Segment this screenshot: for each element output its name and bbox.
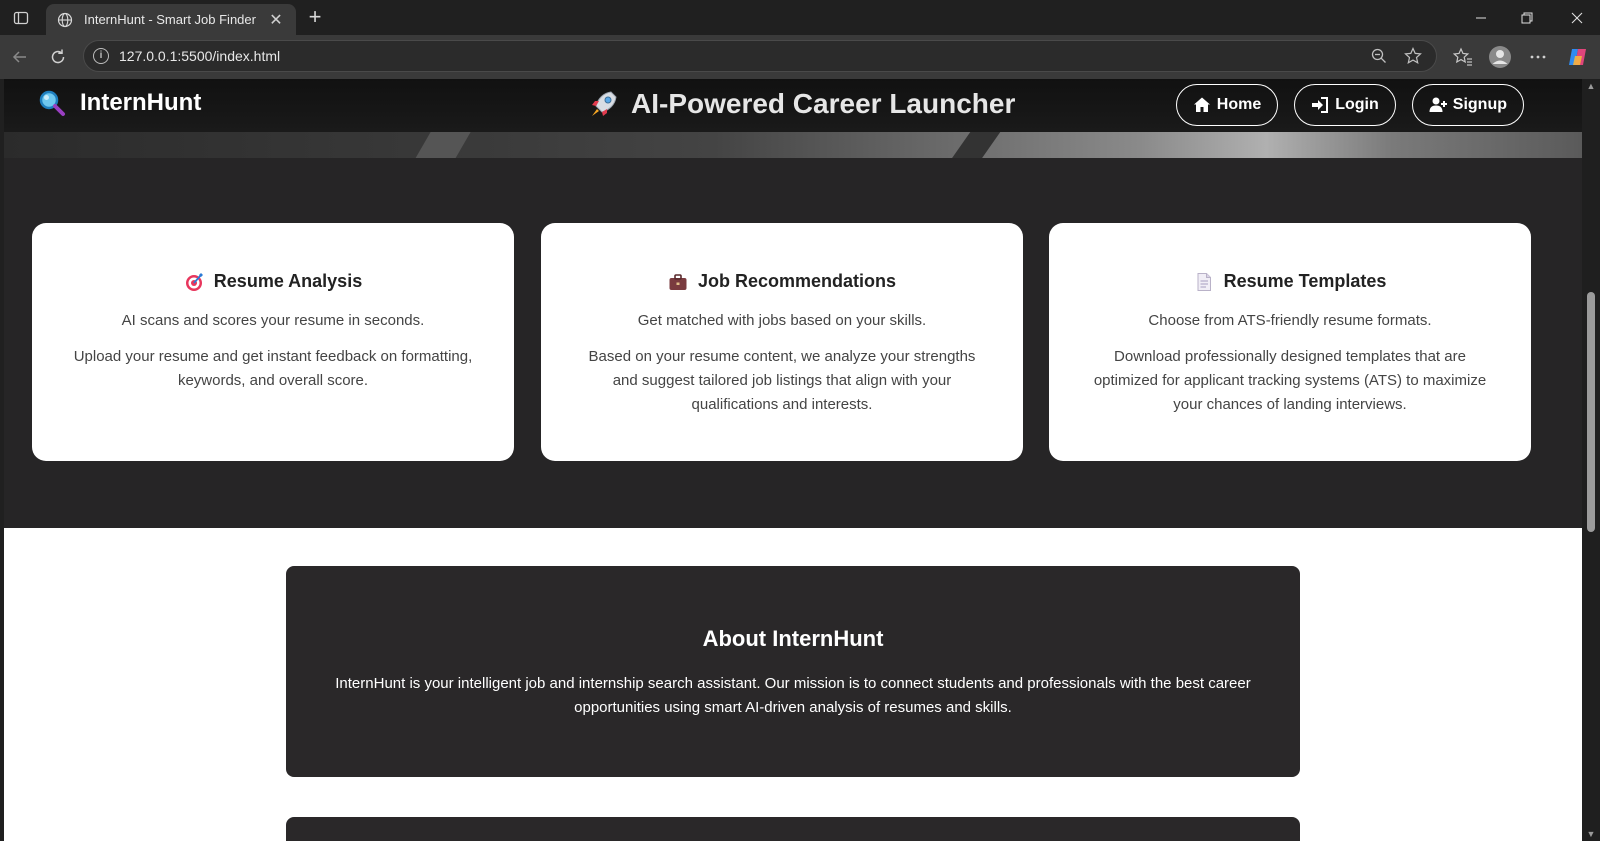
reload-icon[interactable] <box>44 43 72 71</box>
magnifier-logo-icon <box>39 90 65 116</box>
rocket-icon <box>592 91 617 116</box>
browser-titlebar: InternHunt - Smart Job Finder ✕ + <box>0 0 1600 35</box>
document-icon <box>1197 272 1211 291</box>
site-navbar: InternHunt AI-Powered Career Launcher Ho… <box>4 79 1582 132</box>
nav-links: Home Login Signup <box>1175 84 1524 126</box>
card-title: Resume Analysis <box>213 271 363 291</box>
sign-in-icon <box>1312 97 1329 113</box>
signup-button[interactable]: Signup <box>1411 84 1524 126</box>
back-icon[interactable] <box>6 43 34 71</box>
login-button[interactable]: Login <box>1294 84 1396 126</box>
login-label: Login <box>1335 96 1379 113</box>
tab-actions-icon[interactable] <box>10 7 32 29</box>
brand[interactable]: InternHunt <box>38 89 201 117</box>
copilot-icon[interactable] <box>1566 45 1590 69</box>
new-tab-button[interactable]: + <box>302 5 328 31</box>
url-text[interactable]: 127.0.0.1:5500/index.html <box>119 48 1368 64</box>
card-description: Upload your resume and get instant feedb… <box>73 348 473 389</box>
home-button[interactable]: Home <box>1175 84 1279 126</box>
card-description: Download professionally designed templat… <box>1093 348 1487 413</box>
browser-toolbar: i 127.0.0.1:5500/index.html <box>0 35 1600 79</box>
scroll-thumb[interactable] <box>1587 292 1595 532</box>
feature-card-job-recommendations: Job Recommendations Get matched with job… <box>541 223 1023 461</box>
scroll-up-arrow-icon[interactable]: ▲ <box>1586 81 1596 91</box>
feature-card-resume-templates: Resume Templates Choose from ATS-friendl… <box>1049 223 1531 461</box>
close-tab-icon[interactable]: ✕ <box>266 10 286 30</box>
card-subtitle: AI scans and scores your resume in secon… <box>121 312 425 329</box>
zoom-out-icon[interactable] <box>1368 45 1390 67</box>
browser-tab[interactable]: InternHunt - Smart Job Finder ✕ <box>46 4 296 35</box>
tagline-text: AI-Powered Career Launcher <box>631 88 1016 119</box>
home-icon <box>1193 97 1210 112</box>
card-title: Job Recommendations <box>697 271 897 291</box>
about-section: About InternHunt InternHunt is your inte… <box>4 528 1582 841</box>
address-bar[interactable]: i 127.0.0.1:5500/index.html <box>83 40 1437 72</box>
scroll-down-arrow-icon[interactable]: ▼ <box>1586 829 1596 839</box>
minimize-icon[interactable] <box>1458 0 1504 35</box>
tab-title: InternHunt - Smart Job Finder <box>84 12 256 27</box>
briefcase-icon <box>669 273 687 290</box>
restore-icon[interactable] <box>1504 0 1550 35</box>
feature-card-resume-analysis: Resume Analysis AI scans and scores your… <box>32 223 514 461</box>
favorites-icon[interactable] <box>1451 45 1475 69</box>
card-title: Resume Templates <box>1223 271 1387 291</box>
about-title: About InternHunt <box>702 626 884 651</box>
card-subtitle: Get matched with jobs based on your skil… <box>637 312 927 329</box>
site-info-icon[interactable]: i <box>93 48 109 64</box>
brand-name: InternHunt <box>80 89 202 116</box>
globe-icon <box>56 11 74 29</box>
profile-avatar-icon[interactable] <box>1488 45 1512 69</box>
tagline: AI-Powered Career Launcher <box>589 88 1015 120</box>
next-section-card <box>286 817 1300 841</box>
target-icon <box>185 272 203 291</box>
signup-label: Signup <box>1452 96 1507 113</box>
user-plus-icon <box>1429 97 1447 112</box>
page-viewport: InternHunt AI-Powered Career Launcher Ho… <box>4 79 1582 841</box>
features-section: Resume Analysis AI scans and scores your… <box>4 158 1582 528</box>
home-label: Home <box>1216 96 1262 113</box>
card-subtitle: Choose from ATS-friendly resume formats. <box>1148 312 1432 329</box>
more-options-icon[interactable] <box>1526 45 1550 69</box>
window-close-icon[interactable] <box>1554 0 1600 35</box>
about-text: InternHunt is your intelligent job and i… <box>335 675 1251 716</box>
page-scrollbar[interactable]: ▲ ▼ <box>1582 79 1600 841</box>
favorite-star-icon[interactable] <box>1402 45 1424 67</box>
card-description: Based on your resume content, we analyze… <box>588 348 976 413</box>
about-card: About InternHunt InternHunt is your inte… <box>286 566 1300 777</box>
